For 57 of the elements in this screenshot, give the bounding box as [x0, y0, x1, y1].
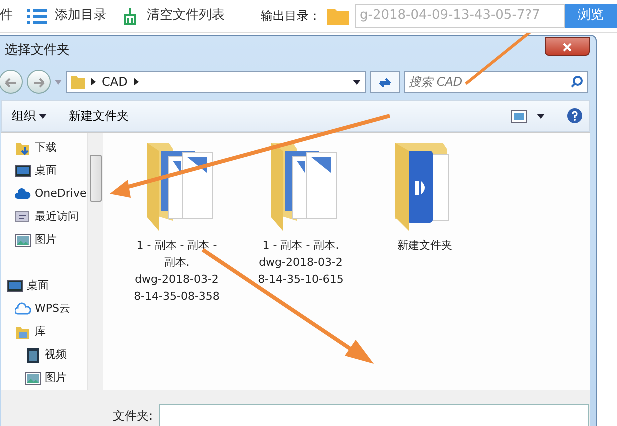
nav-item[interactable]: 库 [35, 324, 46, 341]
view-icon[interactable] [511, 110, 527, 122]
left-arrow-icon [5, 78, 17, 88]
breadcrumb[interactable]: CAD [102, 73, 128, 91]
nav-item[interactable]: 桌面 [35, 163, 57, 180]
output-label: 输出目录： [261, 8, 321, 25]
recent-icon [15, 210, 31, 226]
address-bar[interactable]: CAD [66, 71, 366, 93]
help-icon[interactable] [567, 108, 583, 124]
dropdown-caret-icon[interactable] [353, 80, 361, 84]
picture-icon [25, 370, 41, 386]
cloud-icon [15, 302, 31, 318]
library-icon [15, 324, 31, 340]
nav-item[interactable]: 图片 [45, 370, 67, 387]
search-placeholder: 搜索 CAD [409, 74, 463, 91]
right-arrow-icon [33, 78, 45, 88]
new-folder-button[interactable]: 新建文件夹 [69, 107, 129, 125]
video-icon [25, 348, 41, 364]
list-icon[interactable] [27, 8, 47, 24]
scrollbar-thumb[interactable] [90, 155, 102, 202]
desktop-icon [15, 164, 31, 180]
organize-menu[interactable]: 组织 [12, 107, 47, 125]
file-name[interactable]: 1 - 副本 - 副本. dwg-2018-03-2 8-14-35-10-615 [258, 237, 344, 288]
picture-icon [15, 232, 31, 248]
forward-button[interactable] [27, 70, 51, 94]
folder-icon [327, 7, 349, 25]
download-icon [15, 140, 31, 156]
nav-item[interactable]: OneDrive [35, 186, 87, 203]
back-button[interactable] [0, 70, 23, 94]
menu-item[interactable]: 件 [0, 6, 13, 26]
refresh-button[interactable] [370, 71, 400, 93]
refresh-icon [378, 76, 392, 89]
folder-icon [71, 75, 85, 89]
scrollbar[interactable] [87, 133, 103, 390]
breadcrumb-arrow-icon[interactable] [134, 78, 139, 86]
caret-icon [39, 114, 47, 118]
dialog-title: 选择文件夹 [5, 42, 70, 60]
nav-item[interactable]: 桌面 [27, 278, 49, 295]
close-button[interactable] [545, 37, 590, 56]
search-icon[interactable] [571, 76, 583, 88]
nav-item[interactable]: WPS云 [35, 301, 70, 318]
file-name[interactable]: 新建文件夹 [398, 237, 452, 254]
nav-item[interactable]: 最近访问 [35, 209, 79, 226]
nav-item[interactable]: 视频 [45, 347, 67, 364]
breadcrumb-arrow-icon[interactable] [91, 78, 96, 86]
file-name[interactable]: 1 - 副本 - 副本 - 副本. dwg-2018-03-2 8-14-35-08-358 [134, 237, 220, 305]
search-field[interactable]: 搜索 CAD [404, 71, 588, 93]
nav-item[interactable]: 图片 [35, 232, 57, 249]
nav-item[interactable]: 下载 [35, 140, 57, 157]
folder-input-field[interactable] [159, 404, 590, 426]
broom-icon[interactable] [121, 7, 139, 25]
toolbar-button[interactable]: 添加目录 [55, 6, 107, 26]
desktop-icon [7, 278, 23, 294]
close-icon [563, 42, 572, 52]
folder-label: 文件夹: [113, 408, 154, 425]
toolbar-button[interactable]: 清空文件列表 [147, 6, 225, 26]
caret-icon[interactable] [537, 114, 545, 118]
